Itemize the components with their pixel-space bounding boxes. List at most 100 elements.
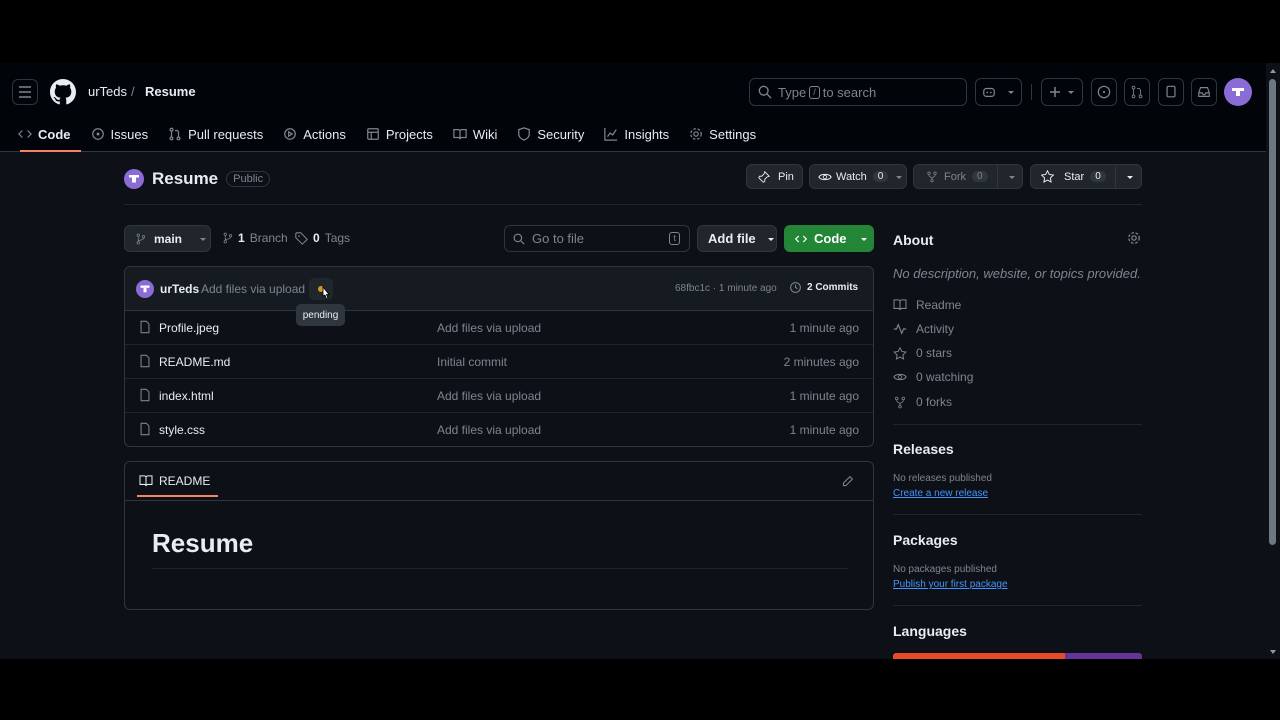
fork-label: Fork [944, 170, 966, 183]
fork-button[interactable]: Fork 0 [913, 164, 1023, 189]
repo-icon [1166, 85, 1176, 98]
file-commit-time: 2 minutes ago [783, 355, 859, 369]
commit-author[interactable]: urTeds [160, 282, 199, 296]
file-name[interactable]: index.html [159, 389, 214, 403]
create-new-button[interactable] [1041, 78, 1083, 106]
tag-count: 0 [313, 231, 320, 245]
commit-author-avatar[interactable] [136, 280, 154, 298]
issues-button[interactable] [1091, 78, 1117, 106]
search-placeholder-suffix: to search [822, 84, 877, 100]
branch-name: main [154, 231, 183, 246]
releases-title[interactable]: Releases [893, 441, 954, 457]
tab-insights-label: Insights [624, 126, 670, 142]
tab-issues[interactable]: Issues [81, 120, 159, 148]
repo-name[interactable]: Resume [152, 169, 218, 189]
copilot-button[interactable] [975, 78, 1022, 106]
repositories-button[interactable] [1158, 78, 1184, 106]
file-row[interactable]: README.md Initial commit 2 minutes ago [125, 345, 873, 379]
watch-button[interactable]: Watch 0 [809, 164, 907, 189]
file-name[interactable]: Profile.jpeg [159, 321, 219, 335]
eye-icon [818, 173, 832, 180]
file-icon [140, 422, 150, 436]
file-commit-message[interactable]: Add files via upload [437, 389, 541, 403]
breadcrumb-owner[interactable]: urTeds [88, 84, 127, 99]
add-file-button[interactable]: Add file [697, 225, 777, 252]
user-avatar[interactable] [1224, 78, 1252, 106]
history-icon [790, 282, 801, 293]
commits-link[interactable]: 2 Commits [789, 281, 858, 294]
tab-code[interactable]: Code [8, 120, 81, 152]
scroll-up-icon[interactable] [1266, 66, 1280, 76]
avatar-icon [129, 175, 139, 183]
breadcrumb-repo[interactable]: Resume [145, 84, 196, 99]
file-commit-message[interactable]: Add files via upload [437, 423, 541, 437]
readme-tab-label: README [159, 474, 211, 488]
go-to-file-input[interactable]: Go to file t [504, 225, 690, 252]
about-forks-link[interactable]: 0 forks [893, 395, 952, 409]
notifications-button[interactable] [1191, 78, 1217, 106]
star-count: 0 [1090, 171, 1106, 182]
pin-button[interactable]: Pin [746, 164, 803, 189]
breadcrumb-separator: / [131, 84, 135, 99]
menu-button[interactable] [12, 79, 38, 105]
about-watching-link[interactable]: 0 watching [893, 370, 973, 384]
file-row[interactable]: index.html Add files via upload 1 minute… [125, 379, 873, 413]
language-bar-html [893, 653, 1065, 659]
tab-settings[interactable]: Settings [679, 120, 766, 148]
pull-requests-button[interactable] [1124, 78, 1150, 106]
watch-label: Watch [836, 170, 867, 183]
tag-label: Tags [324, 231, 351, 245]
edit-pencil-icon[interactable] [841, 475, 854, 488]
search-icon [758, 85, 772, 99]
tab-insights[interactable]: Insights [594, 120, 679, 148]
pull-request-icon [169, 127, 181, 141]
languages-title: Languages [893, 623, 967, 639]
book-icon [453, 129, 467, 140]
pull-request-icon [1131, 85, 1143, 99]
commit-message[interactable]: Add files via upload [201, 282, 305, 296]
tab-actions[interactable]: Actions [273, 120, 356, 148]
commit-hash-time[interactable]: 68fbc1c · 1 minute ago [675, 283, 777, 294]
publish-package-link[interactable]: Publish your first package [893, 579, 1008, 590]
book-icon [893, 299, 907, 311]
file-icon [140, 388, 150, 402]
tab-security[interactable]: Security [507, 120, 594, 148]
about-stars-link[interactable]: 0 stars [893, 346, 952, 360]
file-commit-message[interactable]: Add files via upload [437, 321, 541, 335]
scrollbar-thumb[interactable] [1269, 79, 1276, 545]
mouse-cursor-icon [322, 286, 330, 300]
star-button[interactable]: Star 0 [1030, 164, 1142, 189]
branch-selector[interactable]: main [124, 225, 211, 252]
about-readme-link[interactable]: Readme [893, 298, 961, 312]
releases-empty-text: No releases published [893, 473, 992, 484]
create-release-link[interactable]: Create a new release [893, 488, 988, 499]
code-dropdown-button[interactable]: Code [784, 225, 874, 252]
branches-link[interactable]: 1 Branch [222, 231, 288, 245]
scroll-down-icon[interactable] [1266, 647, 1280, 657]
packages-title[interactable]: Packages [893, 532, 958, 548]
github-logo-icon[interactable] [50, 79, 76, 105]
about-activity-link[interactable]: Activity [893, 322, 954, 336]
tab-wiki[interactable]: Wiki [443, 120, 508, 148]
book-icon [139, 475, 153, 487]
readme-tab[interactable]: README [136, 474, 219, 497]
gear-icon[interactable] [1127, 231, 1141, 245]
search-input[interactable]: Type / to search [749, 78, 967, 106]
file-row[interactable]: style.css Add files via upload 1 minute … [125, 413, 873, 446]
file-row[interactable]: Profile.jpeg Add files via upload 1 minu… [125, 311, 873, 345]
about-description: No description, website, or topics provi… [893, 266, 1141, 281]
tags-link[interactable]: 0 Tags [295, 231, 350, 245]
vertical-scrollbar[interactable] [1266, 63, 1280, 659]
pin-label: Pin [778, 170, 794, 183]
file-name[interactable]: style.css [159, 423, 205, 437]
tab-code-label: Code [38, 126, 71, 142]
file-name[interactable]: README.md [159, 355, 230, 369]
pulse-icon [893, 323, 907, 335]
file-commit-message[interactable]: Initial commit [437, 355, 507, 369]
global-header: urTeds / Resume Type / to search Code Is… [0, 63, 1266, 152]
watch-count: 0 [872, 171, 889, 182]
tab-projects[interactable]: Projects [356, 120, 443, 148]
tab-pull-requests[interactable]: Pull requests [158, 120, 273, 148]
repo-owner-avatar[interactable] [124, 169, 144, 189]
chevron-down-icon [1007, 91, 1014, 94]
